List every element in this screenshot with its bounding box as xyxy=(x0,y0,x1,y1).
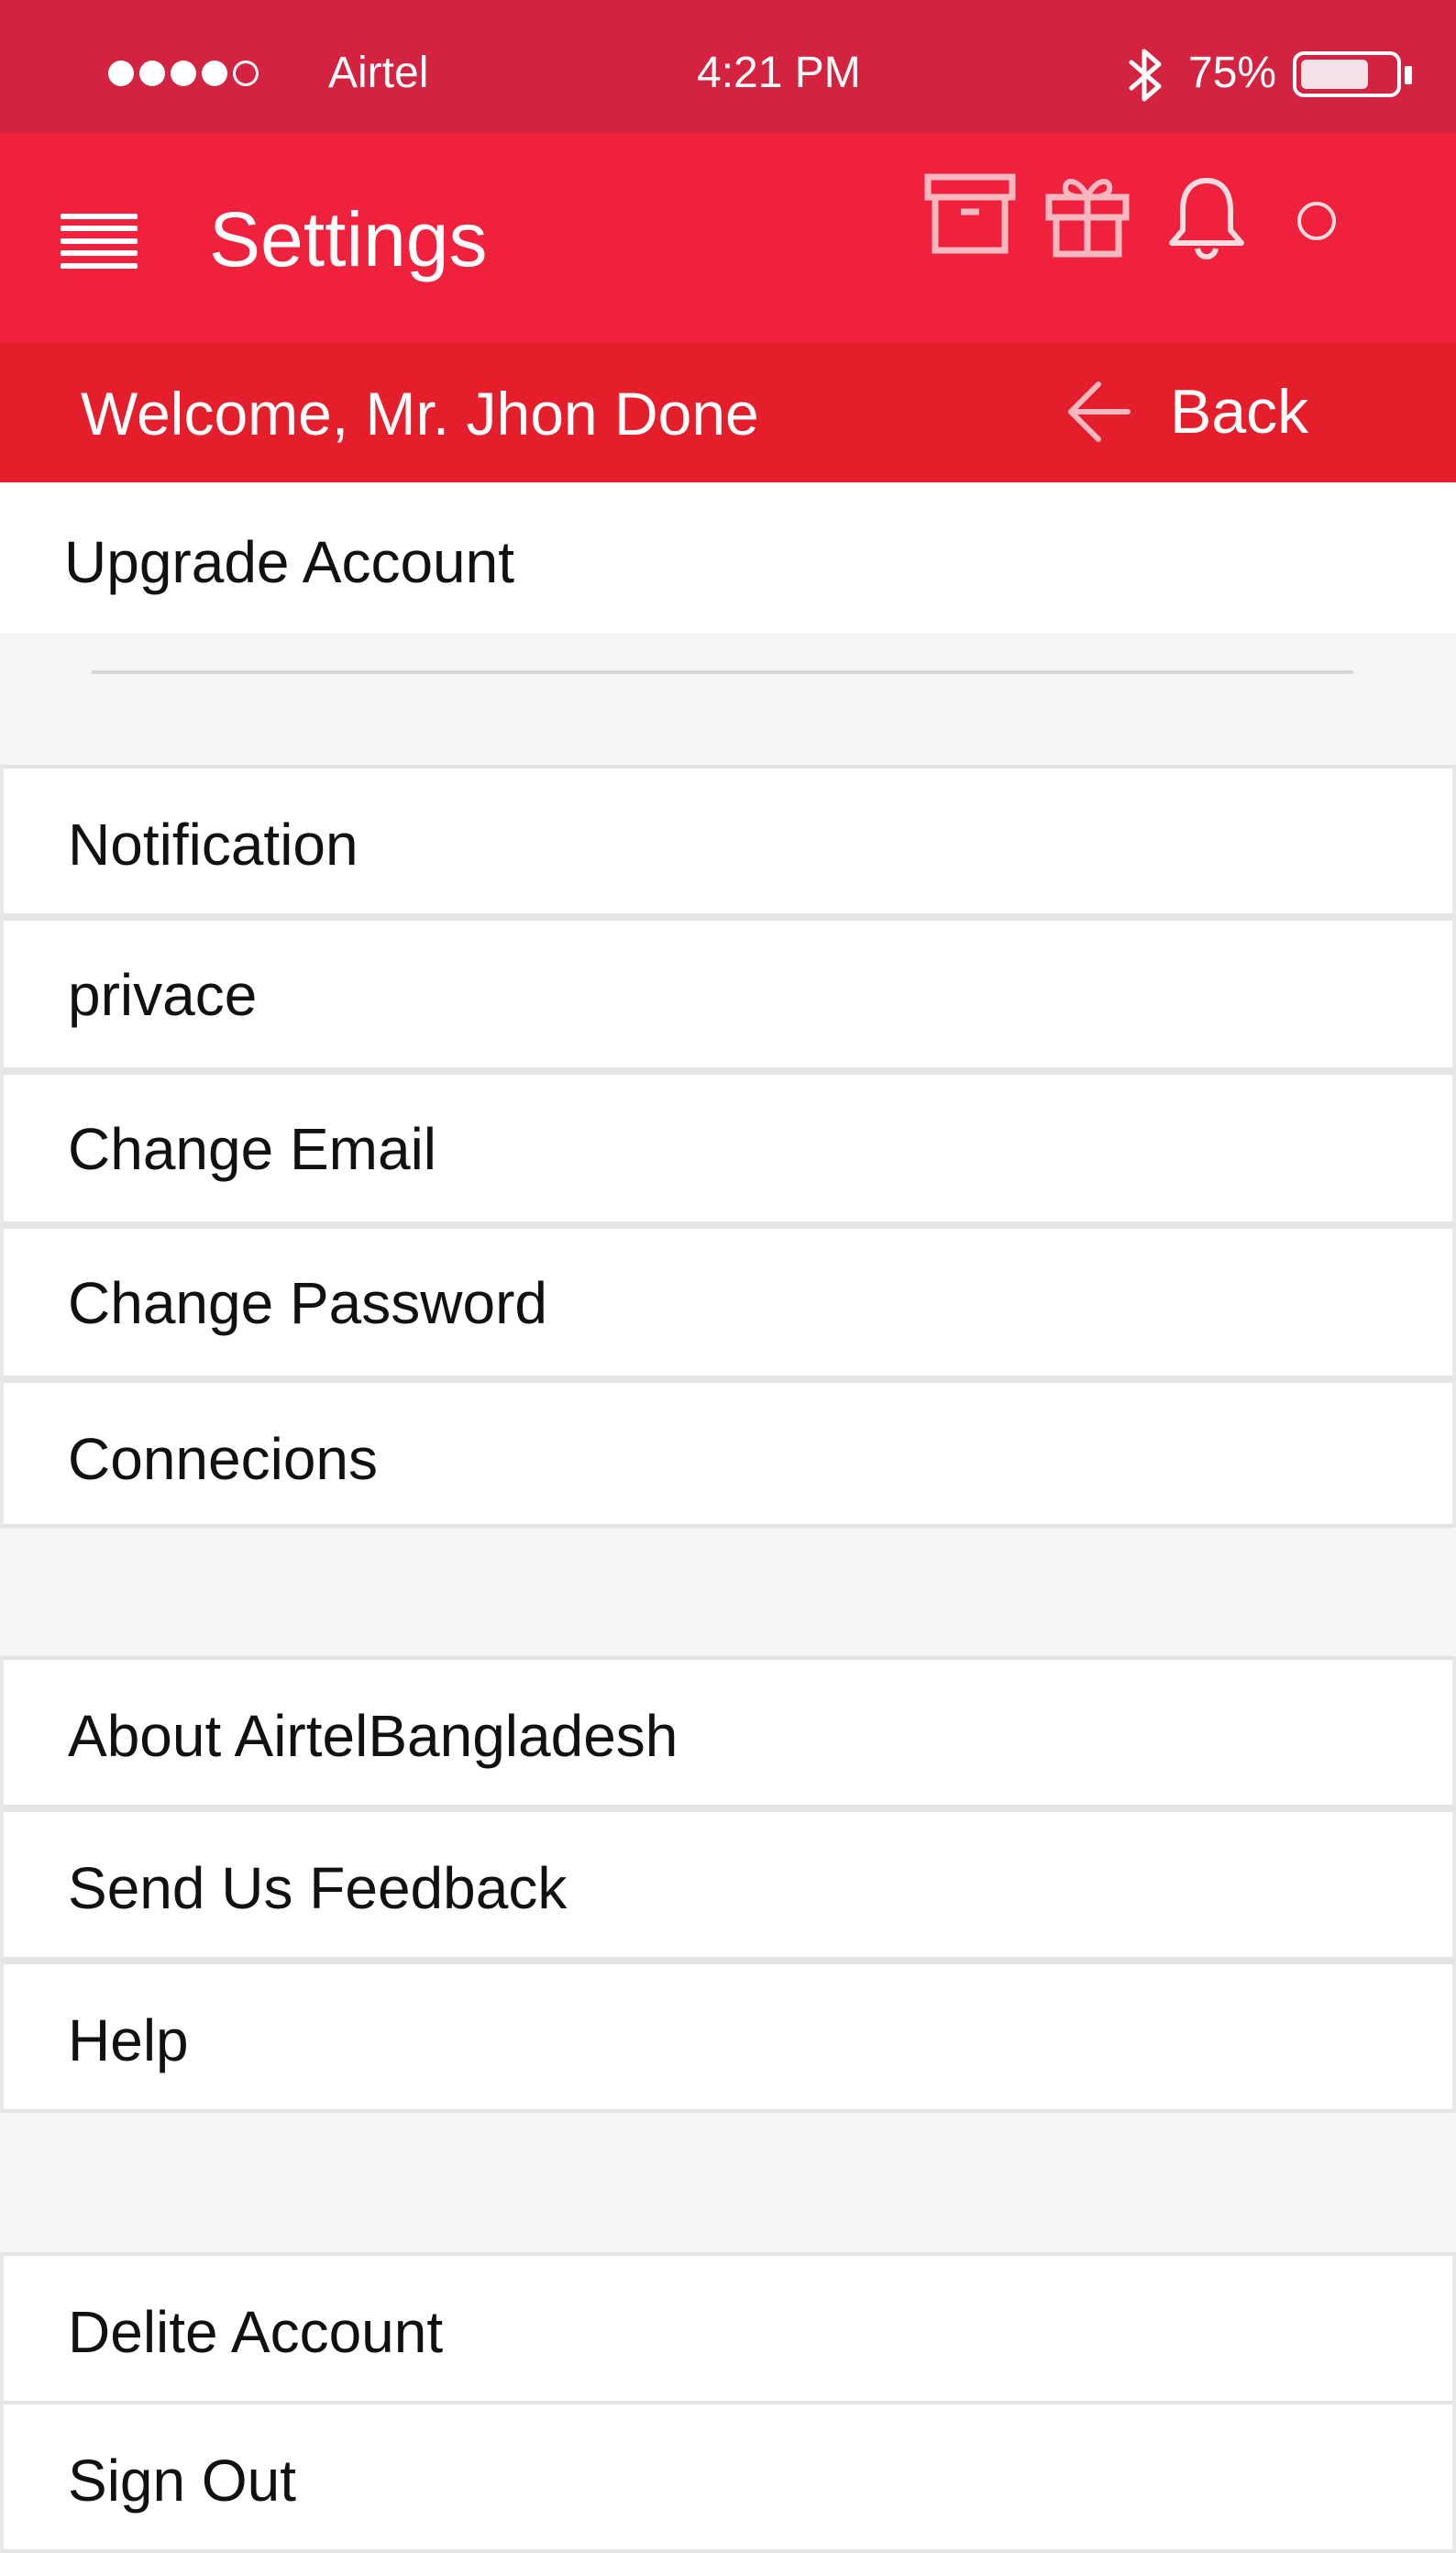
settings-item-label: Notification xyxy=(68,812,358,878)
battery-fill xyxy=(1301,60,1368,89)
settings-item-label: Send Us Feedback xyxy=(68,1855,568,1921)
settings-item-delete-account[interactable]: Delite Account xyxy=(0,2252,1456,2404)
bell-icon[interactable] xyxy=(1163,173,1251,265)
settings-item-change-email[interactable]: Change Email xyxy=(0,1071,1456,1225)
settings-item-connecions[interactable]: Connecions xyxy=(0,1379,1456,1528)
battery-icon xyxy=(1293,51,1401,97)
divider xyxy=(92,670,1353,674)
settings-item-label: Sign Out xyxy=(68,2448,297,2514)
settings-item-change-password[interactable]: Change Password xyxy=(0,1225,1456,1379)
back-button[interactable]: Back xyxy=(1064,368,1308,456)
signal-dot xyxy=(139,61,165,86)
settings-item-notification[interactable]: Notification xyxy=(0,765,1456,917)
settings-item-help[interactable]: Help xyxy=(0,1961,1456,2113)
settings-item-label: About AirtelBangladesh xyxy=(68,1703,678,1769)
settings-item-privace[interactable]: privace xyxy=(0,917,1456,1071)
settings-item-feedback[interactable]: Send Us Feedback xyxy=(0,1808,1456,1961)
arrow-left-icon xyxy=(1068,381,1131,442)
signal-dot xyxy=(171,61,196,86)
status-time: 4:21 PM xyxy=(697,49,861,97)
signal-strength-icon xyxy=(108,61,259,86)
upgrade-account-label: Upgrade Account xyxy=(64,529,514,595)
circle-icon[interactable] xyxy=(1295,199,1339,243)
settings-item-label: privace xyxy=(68,962,258,1028)
settings-item-label: Help xyxy=(68,2007,189,2073)
upgrade-account-item[interactable]: Upgrade Account xyxy=(0,482,1456,634)
welcome-message: Welcome, Mr. Jhon Done xyxy=(81,380,759,448)
signal-dot-empty xyxy=(233,61,259,86)
settings-item-about[interactable]: About AirtelBangladesh xyxy=(0,1656,1456,1808)
back-label: Back xyxy=(1170,377,1309,447)
carrier-name: Airtel xyxy=(328,49,429,97)
menu-icon[interactable] xyxy=(61,214,138,269)
welcome-bar: Welcome, Mr. Jhon Done Back xyxy=(0,342,1456,482)
signal-dot xyxy=(202,61,227,86)
settings-item-label: Connecions xyxy=(68,1426,378,1492)
battery-nub xyxy=(1405,66,1412,84)
app-bar: Settings xyxy=(0,133,1456,342)
settings-item-label: Change Password xyxy=(68,1270,547,1336)
page-title: Settings xyxy=(209,196,488,282)
settings-item-sign-out[interactable]: Sign Out xyxy=(0,2401,1456,2553)
settings-item-label: Delite Account xyxy=(68,2299,444,2365)
archive-icon[interactable] xyxy=(924,171,1016,260)
signal-dot xyxy=(108,61,134,86)
battery-percent: 75% xyxy=(1188,49,1277,97)
bluetooth-icon xyxy=(1129,49,1162,102)
status-bar: Airtel 4:21 PM 75% xyxy=(0,0,1456,133)
settings-item-label: Change Email xyxy=(68,1116,436,1182)
gift-icon[interactable] xyxy=(1043,170,1131,260)
